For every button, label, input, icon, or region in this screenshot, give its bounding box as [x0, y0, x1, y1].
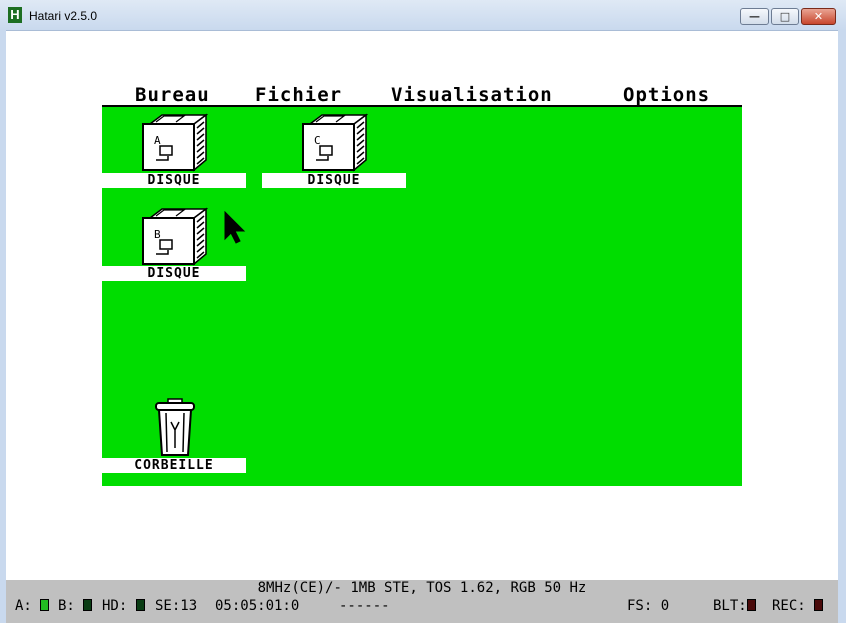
drive-a-icon[interactable]: A DISQUE [102, 112, 246, 188]
drive-b-label: B: [58, 598, 75, 614]
machine-info: 8MHz(CE)/- 1MB STE, TOS 1.62, RGB 50 Hz [257, 580, 587, 596]
window-frame-left [0, 30, 6, 623]
drive-letter: B [154, 228, 161, 241]
drawer-icon: C [302, 113, 368, 172]
trash-icon [155, 398, 195, 456]
trash-icon-item[interactable]: CORBEILLE [102, 398, 246, 474]
close-icon: ✕ [813, 10, 824, 23]
drive-b-status: B: [58, 598, 93, 615]
menu-visualisation[interactable]: Visualisation [391, 85, 553, 105]
minimize-icon: — [749, 10, 760, 23]
menu-options[interactable]: Options [623, 85, 710, 105]
maximize-icon: □ [779, 10, 791, 23]
rec-led-icon [814, 599, 824, 611]
drive-c-icon[interactable]: C DISQUE [262, 112, 406, 188]
mouse-cursor-icon [224, 211, 246, 244]
hd-label: HD: [102, 598, 128, 614]
window-frame-right [838, 30, 846, 623]
blt-led-icon [746, 599, 756, 611]
hd-status: HD: [102, 598, 145, 615]
window-title: Hatari v2.5.0 [29, 9, 98, 23]
drive-a-led-icon [40, 599, 50, 611]
close-button[interactable]: ✕ [801, 8, 836, 25]
rec-label: REC: [772, 598, 806, 614]
menu-bureau[interactable]: Bureau [135, 85, 210, 105]
title-bar[interactable]: H Hatari v2.5.0 — □ ✕ [0, 0, 846, 31]
activity-dashes: ------ [339, 598, 390, 614]
blt-label: BLT: [713, 598, 747, 614]
drawer-icon: B [142, 207, 208, 266]
maximize-button[interactable]: □ [771, 8, 799, 25]
drive-b-led-icon [83, 599, 93, 611]
minimize-button[interactable]: — [740, 8, 769, 25]
se-status: SE:13 [155, 598, 198, 614]
drive-a-label: A: [15, 598, 32, 614]
gem-menu-bar: Bureau Fichier Visualisation Options [102, 85, 742, 107]
hd-led-icon [135, 599, 145, 611]
fs-status: FS: 0 [627, 598, 670, 614]
time-status: 05:05:01:0 [215, 598, 300, 614]
icon-label: DISQUE [102, 266, 246, 281]
drawer-icon: A [142, 113, 208, 172]
drive-letter: A [154, 134, 161, 147]
status-bar: 8MHz(CE)/- 1MB STE, TOS 1.62, RGB 50 Hz … [6, 580, 838, 623]
icon-label: DISQUE [102, 173, 246, 188]
menu-fichier[interactable]: Fichier [255, 85, 342, 105]
icon-label: DISQUE [262, 173, 406, 188]
drive-a-status: A: [15, 598, 50, 615]
rec-status: REC: [772, 598, 824, 615]
drive-letter: C [314, 134, 321, 147]
blt-status: BLT: [713, 598, 756, 615]
hatari-app-icon: H [8, 7, 22, 23]
icon-label: CORBEILLE [102, 458, 246, 473]
